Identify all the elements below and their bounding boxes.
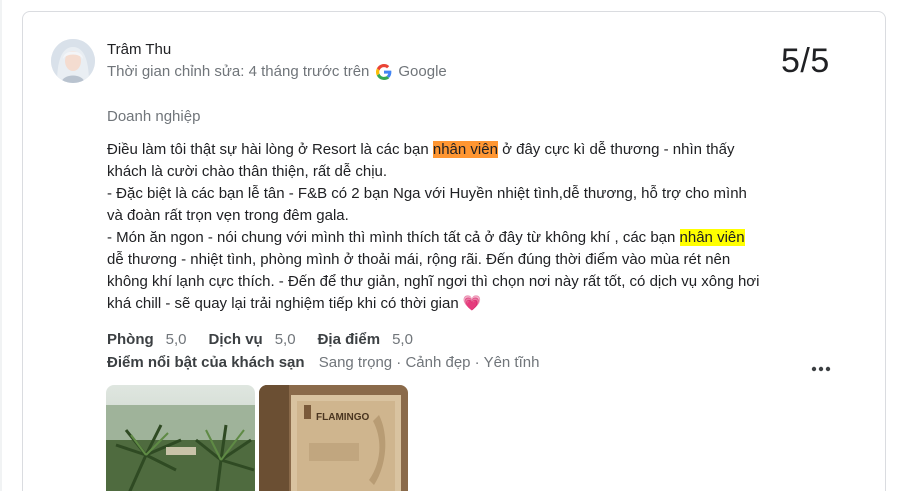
rating-value-location: 5,0 xyxy=(392,331,413,348)
keyword-highlight: nhân viên xyxy=(679,229,745,246)
review-text: Điều làm tôi thật sự hài lòng ở Resort l… xyxy=(107,139,807,315)
rating-label-location: Địa điểm xyxy=(317,331,381,348)
trip-type: Doanh nghiệp xyxy=(107,108,201,125)
review-photo-2[interactable]: FLAMINGO xyxy=(259,385,408,491)
more-horizontal-icon xyxy=(811,366,831,372)
garden-photo xyxy=(106,385,255,491)
review-line-5: - Món ăn ngon - nói chung với mình thì m… xyxy=(107,229,745,246)
review-line-1: Điều làm tôi thật sự hài lòng ở Resort l… xyxy=(107,141,735,158)
review-line-7: không khí lạnh cực thích. - Đến để thư g… xyxy=(107,273,760,290)
review-line-2: khách là cười chào thân thiện, rất dễ ch… xyxy=(107,163,388,180)
more-options-button[interactable] xyxy=(808,360,834,378)
review-photo-1[interactable] xyxy=(106,385,255,491)
highlights-value: Sang trọng · Cảnh đẹp · Yên tĩnh xyxy=(318,354,540,371)
reviewer-avatar[interactable] xyxy=(51,39,95,83)
review-source: Google xyxy=(398,63,447,80)
rating-value-service: 5,0 xyxy=(274,331,296,348)
page-left-edge xyxy=(0,0,2,491)
keyword-highlight: nhân viên xyxy=(432,141,498,158)
review-line-8: khá chill - sẽ quay lại trải nghiệm tiếp… xyxy=(107,295,482,312)
menu-card-photo: FLAMINGO xyxy=(259,385,408,491)
rating-label-service: Dịch vụ xyxy=(208,331,263,348)
avatar-image xyxy=(51,39,95,83)
hotel-highlights: Điểm nổi bật của khách sạn Sang trọng · … xyxy=(107,354,539,371)
edited-time-text: Thời gian chỉnh sửa: 4 tháng trước trên xyxy=(107,63,370,80)
sub-ratings: Phòng 5,0 Dịch vụ 5,0 Địa điểm 5,0 xyxy=(107,331,435,348)
review-line-6: dễ thương - nhiệt tình, phòng mình ở tho… xyxy=(107,251,731,268)
review-line-3: - Đặc biệt là các bạn lễ tân - F&B có 2 … xyxy=(107,185,747,202)
heart-icon: 💗 xyxy=(462,295,482,312)
reviewer-name[interactable]: Trâm Thu xyxy=(107,41,171,58)
rating-value-room: 5,0 xyxy=(165,331,187,348)
highlights-label: Điểm nổi bật của khách sạn xyxy=(107,354,305,371)
review-meta: Thời gian chỉnh sửa: 4 tháng trước trên … xyxy=(107,63,447,80)
review-line-4: và đoàn rất trọn vẹn trong đêm gala. xyxy=(107,207,349,224)
review-score: 5/5 xyxy=(781,42,830,80)
photo-brand-text: FLAMINGO xyxy=(316,412,370,423)
google-icon xyxy=(376,63,392,80)
rating-label-room: Phòng xyxy=(107,331,154,348)
